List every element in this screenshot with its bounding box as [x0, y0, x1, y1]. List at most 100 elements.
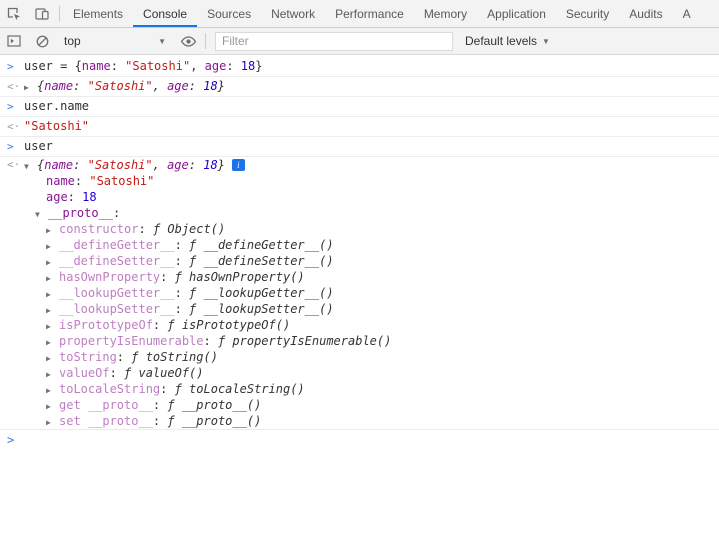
console-result: <·"Satoshi": [0, 117, 719, 137]
chevron-down-icon: ▼: [158, 37, 166, 46]
console-text: }: [218, 79, 225, 93]
tab-application[interactable]: Application: [477, 0, 556, 27]
console-text: :: [113, 206, 120, 220]
clear-console-icon[interactable]: [28, 28, 56, 55]
prompt-chevron-icon: >: [7, 433, 14, 447]
console-text: "Satoshi": [88, 79, 153, 93]
console-text: :: [117, 350, 131, 364]
console-text: age: [167, 79, 189, 93]
console-text: "Satoshi": [24, 119, 89, 133]
toolbar-divider: [59, 6, 60, 22]
result-arrow-icon: <·: [7, 77, 20, 96]
object-tree-row: ▶valueOf: ƒ valueOf(): [0, 365, 719, 381]
console-text: ƒ valueOf(): [124, 366, 203, 380]
console-text: "Satoshi": [125, 59, 190, 73]
execution-context-selector[interactable]: top ▼: [56, 31, 174, 51]
object-tree-row: ▶propertyIsEnumerable: ƒ propertyIsEnume…: [0, 333, 719, 349]
console-text: user: [24, 139, 53, 153]
console-text: ƒ __proto__(): [167, 398, 261, 412]
object-tree-row: ▼__proto__:: [0, 205, 719, 221]
console-text: :: [110, 366, 124, 380]
console-text: :: [160, 382, 174, 396]
tab-sources[interactable]: Sources: [197, 0, 261, 27]
console-messages: >user = {name: "Satoshi", age: 18}<·▶{na…: [0, 55, 719, 429]
console-text: ƒ toLocaleString(): [175, 382, 305, 396]
object-tree-row: ▶hasOwnProperty: ƒ hasOwnProperty(): [0, 269, 719, 285]
object-tree-row: ▶constructor: ƒ Object(): [0, 221, 719, 237]
disclosure-triangle-icon[interactable]: ▶: [24, 78, 37, 97]
tab-memory[interactable]: Memory: [414, 0, 477, 27]
toolbar-divider: [205, 33, 206, 49]
console-text: age: [46, 190, 68, 204]
chevron-down-icon: ▼: [542, 37, 550, 46]
console-toolbar: top ▼ Default levels ▼: [0, 28, 719, 55]
console-text: 18: [241, 59, 255, 73]
console-command: > user: [0, 137, 719, 157]
console-text: name: [44, 158, 73, 172]
input-chevron-icon: >: [7, 97, 14, 116]
tab-security[interactable]: Security: [556, 0, 619, 27]
console-text: :: [75, 174, 89, 188]
console-text: :: [111, 59, 125, 73]
tab-elements[interactable]: Elements: [63, 0, 133, 27]
console-text: 18: [82, 190, 96, 204]
console-text: :: [160, 270, 174, 284]
tab-audits[interactable]: Audits: [619, 0, 672, 27]
console-text: hasOwnProperty: [59, 270, 160, 284]
tab-overflow[interactable]: A: [673, 0, 701, 27]
object-tree-row: ▶__lookupGetter__: ƒ __lookupGetter__(): [0, 285, 719, 301]
console-text: ƒ __lookupSetter__(): [189, 302, 334, 316]
console-text: ƒ Object(): [153, 222, 225, 236]
live-expression-eye-icon[interactable]: [174, 28, 202, 55]
console-text: ƒ isPrototypeOf(): [167, 318, 290, 332]
console-command: >user.name: [0, 97, 719, 117]
console-prompt[interactable]: >: [0, 429, 719, 450]
object-tree-row: ▶toLocaleString: ƒ toLocaleString(): [0, 381, 719, 397]
console-text: toLocaleString: [59, 382, 160, 396]
console-command: >user = {name: "Satoshi", age: 18}: [0, 57, 719, 77]
console-text: name: [44, 79, 73, 93]
object-tree-row: ▶toString: ƒ toString(): [0, 349, 719, 365]
input-chevron-icon: >: [7, 57, 14, 76]
console-text: ,: [153, 79, 167, 93]
console-filter-input[interactable]: [215, 32, 453, 51]
console-text: :: [73, 158, 87, 172]
console-text: isPrototypeOf: [59, 318, 153, 332]
console-text: :: [153, 318, 167, 332]
object-tree-row: ▶isPrototypeOf: ƒ isPrototypeOf(): [0, 317, 719, 333]
console-text: age: [167, 158, 189, 172]
console-text: age: [205, 59, 227, 73]
console-text: user = {: [24, 59, 82, 73]
console-text: "Satoshi": [89, 174, 154, 188]
devtools-tabbar: ElementsConsoleSourcesNetworkPerformance…: [0, 0, 719, 28]
console-text: set __proto__: [59, 414, 153, 428]
console-text: 18: [203, 158, 217, 172]
console-text: name: [82, 59, 111, 73]
object-tree-row: ▶__defineGetter__: ƒ __defineGetter__(): [0, 237, 719, 253]
console-text: }: [218, 158, 225, 172]
console-result: <·▼{name: "Satoshi", age: 18}i: [0, 157, 719, 173]
console-sidebar-icon[interactable]: [0, 28, 28, 55]
console-text: :: [204, 334, 218, 348]
console-text: constructor: [59, 222, 138, 236]
tab-console[interactable]: Console: [133, 0, 197, 27]
tab-performance[interactable]: Performance: [325, 0, 414, 27]
console-text: get __proto__: [59, 398, 153, 412]
log-levels-dropdown[interactable]: Default levels ▼: [465, 34, 550, 48]
tab-network[interactable]: Network: [261, 0, 325, 27]
console-text: valueOf: [59, 366, 110, 380]
input-chevron-icon: >: [7, 137, 14, 156]
object-tree-row: age: 18: [0, 189, 719, 205]
console-text: :: [175, 238, 189, 252]
console-text: 18: [203, 79, 217, 93]
console-text: ƒ toString(): [131, 350, 218, 364]
console-text: ƒ __defineGetter__(): [189, 238, 334, 252]
inspect-element-icon[interactable]: [0, 0, 28, 27]
info-badge-icon: i: [232, 159, 245, 171]
device-toolbar-icon[interactable]: [28, 0, 56, 27]
console-text: :: [226, 59, 240, 73]
console-text: ,: [153, 158, 167, 172]
console-text: :: [153, 398, 167, 412]
console-text: }: [255, 59, 262, 73]
disclosure-triangle-icon[interactable]: ▶: [46, 415, 59, 431]
